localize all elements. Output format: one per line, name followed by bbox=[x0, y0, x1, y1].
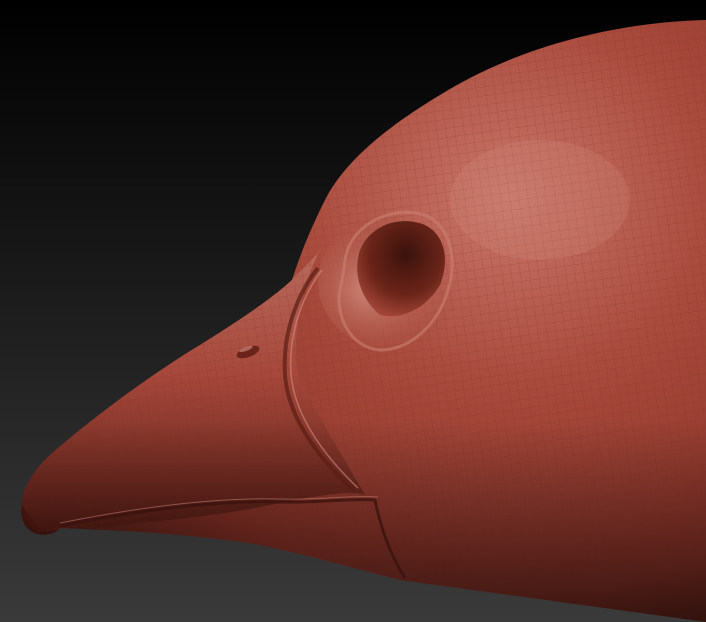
viewport-canvas[interactable] bbox=[0, 0, 706, 622]
sculpt-render bbox=[0, 0, 706, 622]
